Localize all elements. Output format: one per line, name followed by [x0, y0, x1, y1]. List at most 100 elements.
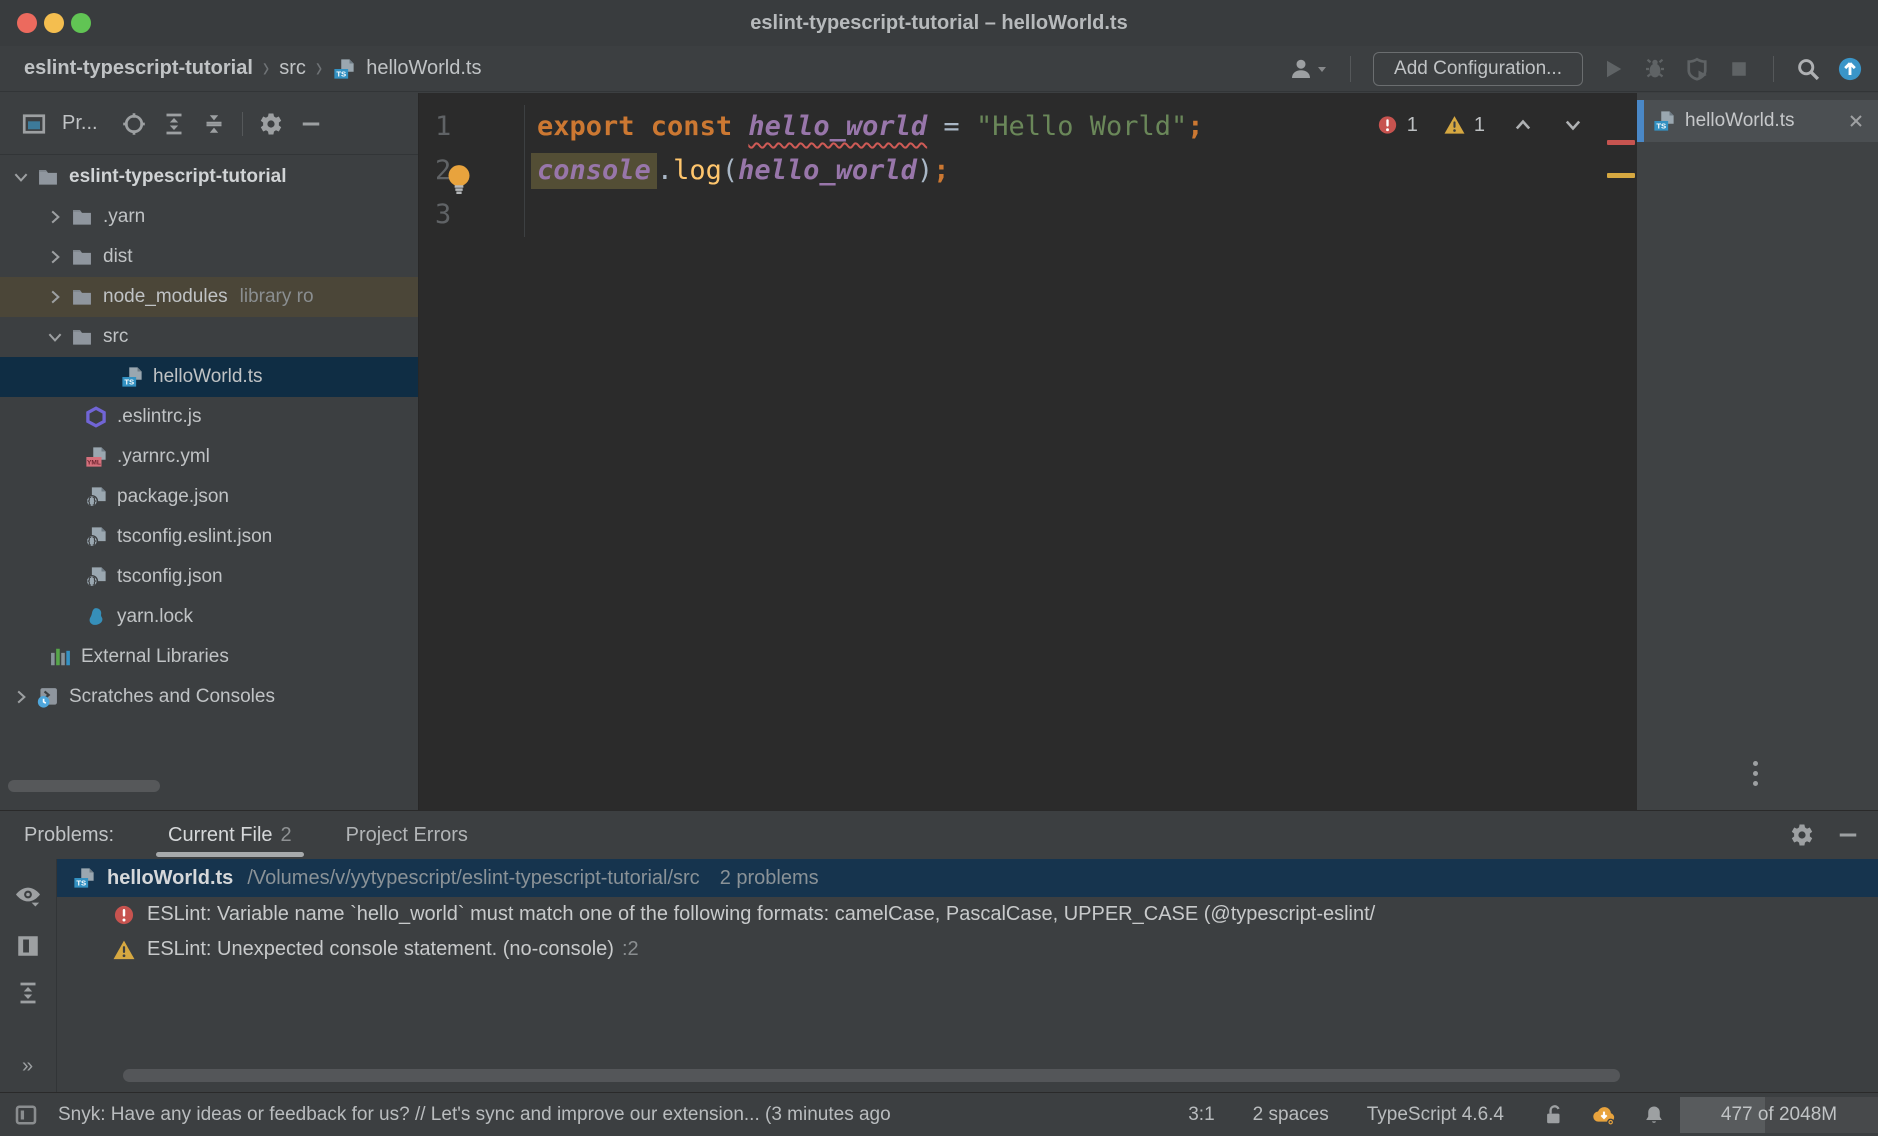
- tree-row[interactable]: dist: [0, 237, 418, 277]
- code-area[interactable]: 1export const hello_world = "Hello World…: [419, 93, 1637, 810]
- toolbar-separator: [242, 112, 243, 136]
- run-icon[interactable]: [1601, 57, 1625, 81]
- tree-row[interactable]: External Libraries: [0, 637, 418, 677]
- view-options-icon[interactable]: [13, 881, 43, 911]
- chevron-down-icon[interactable]: [44, 328, 66, 346]
- tree-item-label: .yarnrc.yml: [117, 446, 210, 468]
- close-icon[interactable]: [1844, 109, 1868, 133]
- chevron-right-icon[interactable]: [44, 288, 66, 306]
- svg-text:{}: {}: [87, 577, 97, 587]
- toolwindow-toggle-icon[interactable]: [14, 1103, 38, 1127]
- warning-icon: [113, 939, 135, 961]
- indent-setting[interactable]: 2 spaces: [1253, 1104, 1329, 1126]
- code-editor[interactable]: 1export const hello_world = "Hello World…: [418, 93, 1637, 810]
- coverage-icon[interactable]: [1685, 57, 1709, 81]
- line-number[interactable]: 3: [419, 193, 525, 237]
- code-line[interactable]: 3: [419, 193, 1637, 237]
- horizontal-scrollbar[interactable]: [8, 780, 160, 792]
- tree-item-label: node_modules: [103, 286, 228, 308]
- locate-file-icon[interactable]: [122, 112, 146, 136]
- tree-item-label: tsconfig.eslint.json: [117, 526, 272, 548]
- tree-row[interactable]: Scratches and Consoles: [0, 677, 418, 717]
- toolbar-separator: [1350, 56, 1351, 82]
- update-icon[interactable]: [1838, 57, 1862, 81]
- user-icon: [1289, 57, 1313, 81]
- more-options-icon[interactable]: [1753, 761, 1758, 786]
- project-panel-title[interactable]: Pr...: [62, 112, 98, 135]
- tree-item-label: tsconfig.json: [117, 566, 223, 588]
- breadcrumb: eslint-typescript-tutorial › src › TS he…: [24, 57, 481, 81]
- titlebar: eslint-typescript-tutorial – helloWorld.…: [0, 0, 1878, 46]
- next-problem-icon[interactable]: [1561, 113, 1585, 137]
- gear-icon[interactable]: [1790, 823, 1814, 847]
- tree-row[interactable]: src: [0, 317, 418, 357]
- chevron-right-icon[interactable]: [44, 248, 66, 266]
- bell-icon[interactable]: [1642, 1103, 1666, 1127]
- hide-panel-icon[interactable]: [1836, 823, 1860, 847]
- tree-row[interactable]: {}package.json: [0, 477, 418, 517]
- problem-count-badge: 2: [281, 824, 292, 846]
- tree-row[interactable]: yarn.lock: [0, 597, 418, 637]
- intention-bulb-icon[interactable]: [445, 163, 473, 197]
- error-stripe-mark[interactable]: [1607, 140, 1635, 145]
- snyk-cloud-icon[interactable]: [1592, 1103, 1616, 1127]
- editor-tab[interactable]: TS helloWorld.ts: [1637, 100, 1878, 142]
- chevron-right-icon[interactable]: [44, 208, 66, 226]
- tree-row[interactable]: eslint-typescript-tutorial: [0, 157, 418, 197]
- typescript-version[interactable]: TypeScript 4.6.4: [1367, 1104, 1504, 1126]
- expand-collapse-icon[interactable]: [16, 981, 40, 1005]
- tree-row[interactable]: TShelloWorld.ts: [0, 357, 418, 397]
- tree-row[interactable]: .yarn: [0, 197, 418, 237]
- breadcrumb-separator-icon: ›: [263, 52, 269, 85]
- warning-icon: [1444, 115, 1465, 136]
- tree-row[interactable]: {} tsconfig.json: [0, 557, 418, 597]
- status-message[interactable]: Snyk: Have any ideas or feedback for us?…: [58, 1104, 1164, 1126]
- memory-indicator[interactable]: 477 of 2048M: [1680, 1097, 1878, 1133]
- chevron-down-icon[interactable]: [10, 168, 32, 186]
- add-configuration-button[interactable]: Add Configuration...: [1373, 52, 1583, 86]
- breadcrumb-folder[interactable]: src: [279, 57, 306, 80]
- gear-icon[interactable]: [259, 112, 283, 136]
- tree-row[interactable]: .eslintrc.js: [0, 397, 418, 437]
- stop-icon[interactable]: [1727, 57, 1751, 81]
- tree-row[interactable]: {} tsconfig.eslint.json: [0, 517, 418, 557]
- warning-stripe-mark[interactable]: [1607, 173, 1635, 178]
- problem-row[interactable]: ESLint: Variable name `hello_world` must…: [57, 897, 1878, 932]
- breadcrumb-project[interactable]: eslint-typescript-tutorial: [24, 57, 253, 80]
- user-account-button[interactable]: [1289, 57, 1328, 81]
- collapse-all-icon[interactable]: [202, 112, 226, 136]
- tab-project-errors[interactable]: Project Errors: [346, 811, 468, 859]
- tab-current-file[interactable]: Current File2: [168, 811, 292, 859]
- debug-icon[interactable]: [1643, 57, 1667, 81]
- tree-row[interactable]: YML .yarnrc.yml: [0, 437, 418, 477]
- line-number[interactable]: 1: [419, 105, 525, 149]
- chevron-right-icon[interactable]: [10, 688, 32, 706]
- problems-count-label: 2 problems: [720, 867, 819, 890]
- hide-panel-icon[interactable]: [299, 112, 323, 136]
- more-tools-icon[interactable]: »: [22, 1055, 34, 1078]
- svg-text:{}: {}: [87, 537, 97, 547]
- breadcrumb-file[interactable]: helloWorld.ts: [366, 57, 481, 80]
- folder-icon: [70, 326, 94, 348]
- search-icon[interactable]: [1796, 57, 1820, 81]
- caret-position[interactable]: 3:1: [1188, 1104, 1214, 1126]
- lock-icon[interactable]: [1542, 1103, 1566, 1127]
- editor-tab-label: helloWorld.ts: [1685, 110, 1794, 132]
- problem-row[interactable]: ESLint: Unexpected console statement. (n…: [57, 932, 1878, 967]
- tree-item-label: src: [103, 326, 128, 348]
- code-line[interactable]: 2console.log(hello_world);: [419, 149, 1637, 193]
- horizontal-scrollbar[interactable]: [123, 1069, 1620, 1082]
- project-tool-icon[interactable]: [22, 112, 46, 136]
- tree-item-label: dist: [103, 246, 133, 268]
- svg-text:TS: TS: [76, 879, 86, 888]
- expand-all-icon[interactable]: [162, 112, 186, 136]
- open-preview-icon[interactable]: [15, 933, 41, 959]
- problems-file-row[interactable]: TS helloWorld.ts /Volumes/v/yytypescript…: [57, 859, 1878, 897]
- svg-text:YML: YML: [87, 459, 101, 466]
- error-count: 1: [1407, 114, 1418, 137]
- typescript-file-icon: TS: [73, 867, 97, 889]
- previous-problem-icon[interactable]: [1511, 113, 1535, 137]
- tree-item-label: yarn.lock: [117, 606, 193, 628]
- tree-row[interactable]: node_moduleslibrary ro: [0, 277, 418, 317]
- error-icon: [1377, 115, 1398, 136]
